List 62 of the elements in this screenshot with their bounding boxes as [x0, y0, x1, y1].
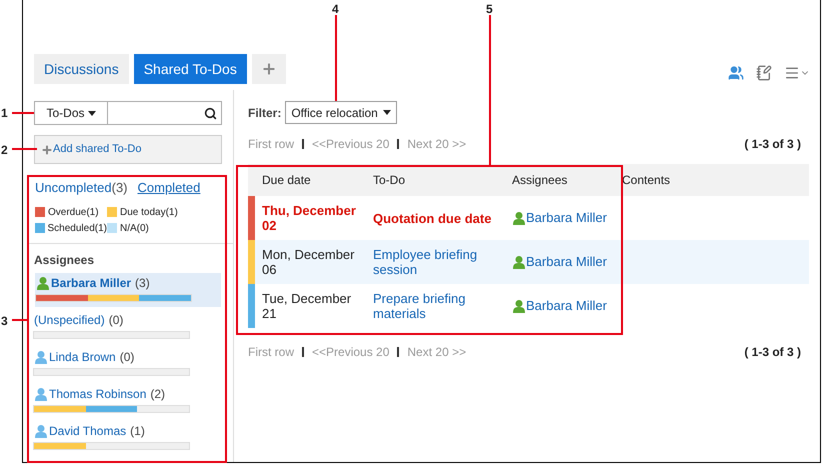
- status-link[interactable]: Completed: [138, 178, 200, 198]
- due-date-cell-text: Thu, December 02: [262, 203, 357, 233]
- todo-link[interactable]: Prepare briefing materials: [373, 291, 504, 321]
- assignee-link[interactable]: Barbara Miller: [526, 208, 607, 228]
- assignee-count: (3): [135, 274, 150, 292]
- callout-number: 4: [332, 1, 339, 18]
- callout-number: 5: [486, 1, 493, 18]
- column-header: Assignees: [512, 172, 568, 189]
- user-icon: [34, 386, 48, 400]
- menu-button[interactable]: [784, 65, 810, 81]
- plus-icon: [260, 61, 277, 77]
- user-icon: [34, 350, 48, 364]
- column-header: Contents: [622, 172, 672, 189]
- assignee-item[interactable]: David Thomas (1): [34, 420, 220, 454]
- add-shared-todo-button[interactable]: Add shared To-Do: [34, 135, 222, 164]
- caret-icon: [382, 110, 391, 115]
- tab[interactable]: Shared To-Dos: [134, 54, 247, 84]
- due-date-cell-text: Mon, December 06: [262, 247, 356, 277]
- assignee-count: (0): [108, 312, 124, 328]
- record-range: ( 1-3 of 3 ): [744, 344, 801, 361]
- add-tab-button[interactable]: [252, 54, 286, 84]
- assignee-name: Linda Brown: [49, 348, 116, 366]
- callout-number: 3: [1, 313, 8, 330]
- status-link[interactable]: Uncompleted(3): [35, 178, 128, 198]
- todo-link[interactable]: Quotation due date: [373, 210, 492, 226]
- assignee-count: (1): [130, 422, 145, 440]
- assignees-heading: Assignees: [34, 252, 96, 268]
- assignee-name: David Thomas: [49, 422, 126, 440]
- assignee-item[interactable]: (Unspecified) (0): [34, 310, 220, 344]
- assignee-link[interactable]: Barbara Miller: [526, 296, 607, 316]
- assignee-count: (2): [150, 386, 166, 402]
- assignee-item[interactable]: Thomas Robinson (2): [34, 384, 220, 418]
- assignee-name: Barbara Miller: [51, 274, 132, 292]
- leader-line: [12, 148, 37, 150]
- plus-icon: [41, 144, 53, 156]
- callout-number: 2: [1, 142, 8, 159]
- assignee-name: (Unspecified): [34, 312, 105, 328]
- menu-icon: [784, 65, 800, 81]
- user-icon: [36, 276, 50, 290]
- tab[interactable]: Discussions: [34, 54, 129, 84]
- filter-dropdown[interactable]: Office relocation: [285, 101, 397, 124]
- assignee-link[interactable]: Barbara Miller: [526, 252, 607, 272]
- assignee-item[interactable]: Barbara Miller (3): [35, 272, 221, 306]
- assignee-item[interactable]: Linda Brown (0): [34, 346, 220, 380]
- legend-label: Overdue(1): [48, 206, 99, 220]
- record-range: ( 1-3 of 3 ): [744, 136, 801, 153]
- notebook-icon[interactable]: [756, 65, 772, 81]
- legend-label: Scheduled(1): [48, 222, 107, 236]
- filter-label: Filter:: [248, 104, 282, 122]
- leader-line: [12, 319, 27, 321]
- legend-label: Due today(1): [120, 206, 178, 220]
- users-icon[interactable]: [728, 65, 744, 81]
- column-header: Due date: [261, 172, 312, 189]
- assignee-name: Thomas Robinson: [49, 386, 146, 402]
- legend-label: N/A(0): [120, 222, 149, 236]
- leader-line: [12, 112, 34, 114]
- user-icon: [34, 424, 48, 438]
- column-header: To-Do: [373, 172, 406, 189]
- todo-link[interactable]: Employee briefing session: [373, 247, 504, 277]
- callout-number: 1: [1, 105, 8, 122]
- due-date-cell-text: Tue, December 21: [262, 291, 352, 321]
- assignee-count: (0): [120, 348, 134, 366]
